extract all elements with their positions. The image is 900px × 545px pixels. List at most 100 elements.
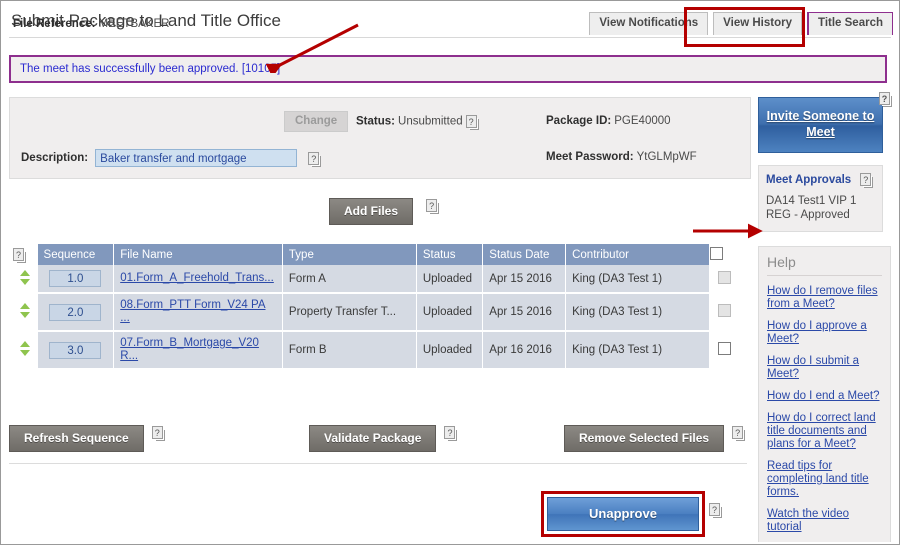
row-select-checkbox[interactable]	[718, 342, 732, 355]
table-header-row: ? Sequence File Name Type Status Status …	[13, 244, 739, 265]
row-sequence-cell: 3.0	[37, 331, 115, 370]
row-type-cell: Property Transfer T...	[282, 293, 417, 332]
unapprove-button[interactable]: Unapprove	[547, 497, 699, 531]
row-status-date-cell: Apr 16 2016	[482, 331, 567, 370]
table-help-cell: ?	[13, 244, 38, 265]
column-header-status-date[interactable]: Status Date	[482, 244, 567, 265]
table-row: 1.0 01.Form_A_Freehold_Trans... Form A U…	[13, 265, 739, 294]
file-list-table: ? Sequence File Name Type Status Status …	[13, 244, 739, 370]
help-icon-file-table[interactable]: ?	[13, 248, 24, 261]
row-type-cell: Form B	[282, 331, 417, 370]
change-button[interactable]: Change	[284, 111, 349, 132]
row-sequence-cell: 2.0	[37, 293, 115, 332]
column-header-select-all	[709, 244, 739, 265]
reorder-arrows-icon[interactable]	[19, 303, 31, 318]
sequence-value[interactable]: 3.0	[49, 341, 102, 359]
select-all-checkbox[interactable]	[710, 246, 724, 260]
row-select-cell	[709, 331, 739, 369]
meet-password-value: YtGLMpWF	[636, 151, 697, 163]
help-icon-meet-approvals[interactable]: ?	[860, 173, 872, 186]
sequence-value[interactable]: 2.0	[49, 303, 102, 321]
tab-view-notifications[interactable]: View Notifications	[589, 12, 709, 35]
column-header-status[interactable]: Status	[416, 244, 484, 265]
help-link-submit-meet[interactable]: How do I submit a Meet?	[767, 355, 882, 381]
status-message-bar: The meet has successfully been approved.…	[9, 55, 887, 83]
invite-someone-to-meet-button[interactable]: Invite Someone to Meet ?	[758, 92, 890, 153]
tab-view-history[interactable]: View History	[713, 12, 802, 35]
sequence-value[interactable]: 1.0	[49, 270, 102, 287]
column-header-type[interactable]: Type	[282, 244, 417, 265]
success-message-text: The meet has successfully been approved.…	[20, 63, 281, 75]
remove-selected-files-button[interactable]: Remove Selected Files	[564, 425, 725, 452]
help-link-end-meet[interactable]: How do I end a Meet?	[767, 390, 882, 403]
annotation-arrow-to-approvals	[693, 223, 763, 239]
row-contributor-cell: King (DA3 Test 1)	[565, 293, 711, 332]
help-link-video-tutorial[interactable]: Watch the video tutorial	[767, 508, 882, 534]
add-files-group: Add Files ?	[329, 198, 438, 225]
package-id-value: PGE40000	[614, 115, 671, 127]
help-icon-refresh-sequence[interactable]: ?	[151, 425, 163, 439]
help-panel: Help How do I remove files from a Meet? …	[758, 246, 891, 542]
help-icon-remove-selected-files[interactable]: ?	[732, 425, 744, 439]
help-link-approve-meet[interactable]: How do I approve a Meet?	[767, 320, 882, 346]
status-value: Unsubmitted	[398, 115, 463, 128]
help-link-tips-forms[interactable]: Read tips for completing land title form…	[767, 460, 882, 499]
row-select-checkbox	[718, 304, 732, 317]
column-header-sequence[interactable]: Sequence	[37, 244, 115, 265]
row-select-checkbox	[718, 271, 732, 284]
meet-approval-entry: DA14 Test1 VIP 1 REG - Approved	[766, 195, 857, 221]
unapprove-highlight-box: Unapprove	[541, 491, 705, 537]
remove-selected-files-group: Remove Selected Files ?	[564, 425, 744, 452]
row-file-name-cell: 01.Form_A_Freehold_Trans...	[113, 265, 283, 294]
help-icon-description[interactable]: ?	[308, 151, 320, 165]
row-select-cell	[709, 265, 739, 293]
row-file-name-cell: 07.Form_B_Mortgage_V20 R...	[113, 331, 283, 370]
right-sidebar: Invite Someone to Meet ? Meet Approvals …	[758, 92, 891, 542]
row-select-cell	[709, 293, 739, 331]
row-drag-handle-cell	[13, 265, 38, 293]
reorder-arrows-icon[interactable]	[19, 341, 31, 356]
tab-strip: View Notifications View History Title Se…	[589, 12, 893, 35]
add-files-button[interactable]: Add Files	[329, 198, 414, 225]
description-input[interactable]: Baker transfer and mortgage	[95, 149, 298, 167]
tab-title-search[interactable]: Title Search	[807, 12, 893, 35]
validate-package-button[interactable]: Validate Package	[309, 425, 437, 452]
meet-approvals-panel: Meet Approvals ? DA14 Test1 VIP 1 REG - …	[758, 165, 883, 232]
status-label: Status:	[356, 115, 395, 128]
actions-divider	[9, 463, 747, 464]
application-window: Submit Package to Land Title Office View…	[0, 0, 900, 545]
help-link-correct-documents[interactable]: How do I correct land title documents an…	[767, 412, 882, 451]
refresh-sequence-group: Refresh Sequence ?	[9, 425, 163, 452]
description-group: Description: Baker transfer and mortgage…	[21, 149, 320, 167]
row-drag-handle-cell	[13, 293, 38, 331]
package-id-group: Package ID: PGE40000	[546, 115, 671, 127]
table-row: 3.0 07.Form_B_Mortgage_V20 R... Form B U…	[13, 331, 739, 370]
help-icon-invite[interactable]: ?	[879, 92, 890, 105]
help-icon-validate-package[interactable]: ?	[444, 425, 456, 439]
row-contributor-cell: King (DA3 Test 1)	[565, 331, 711, 370]
file-name-link[interactable]: 01.Form_A_Freehold_Trans...	[120, 272, 274, 285]
description-label: Description:	[21, 151, 89, 164]
row-contributor-cell: King (DA3 Test 1)	[565, 265, 711, 294]
table-row: 2.0 08.Form_PTT Form_V24 PA ... Property…	[13, 293, 739, 332]
invite-label: Invite Someone to Meet	[766, 109, 875, 139]
help-icon-status[interactable]: ?	[465, 115, 477, 128]
help-icon-unapprove[interactable]: ?	[709, 503, 720, 516]
file-name-link[interactable]: 07.Form_B_Mortgage_V20 R...	[120, 337, 276, 363]
file-name-link[interactable]: 08.Form_PTT Form_V24 PA ...	[120, 299, 276, 325]
row-status-cell: Uploaded	[416, 265, 484, 294]
meet-approvals-title: Meet Approvals	[766, 173, 852, 186]
help-panel-title: Help	[767, 254, 882, 276]
column-header-contributor[interactable]: Contributor	[565, 244, 711, 265]
header-divider	[9, 37, 891, 38]
refresh-sequence-button[interactable]: Refresh Sequence	[9, 425, 144, 452]
help-link-remove-files[interactable]: How do I remove files from a Meet?	[767, 285, 882, 311]
validate-package-group: Validate Package ?	[309, 425, 456, 452]
reorder-arrows-icon[interactable]	[19, 270, 31, 285]
column-header-file-name[interactable]: File Name	[113, 244, 283, 265]
meet-password-label: Meet Password:	[546, 151, 634, 163]
unapprove-group: Unapprove ?	[541, 491, 720, 537]
row-status-date-cell: Apr 15 2016	[482, 293, 567, 332]
help-icon-add-files[interactable]: ?	[426, 198, 438, 212]
package-id-label: Package ID:	[546, 115, 612, 127]
